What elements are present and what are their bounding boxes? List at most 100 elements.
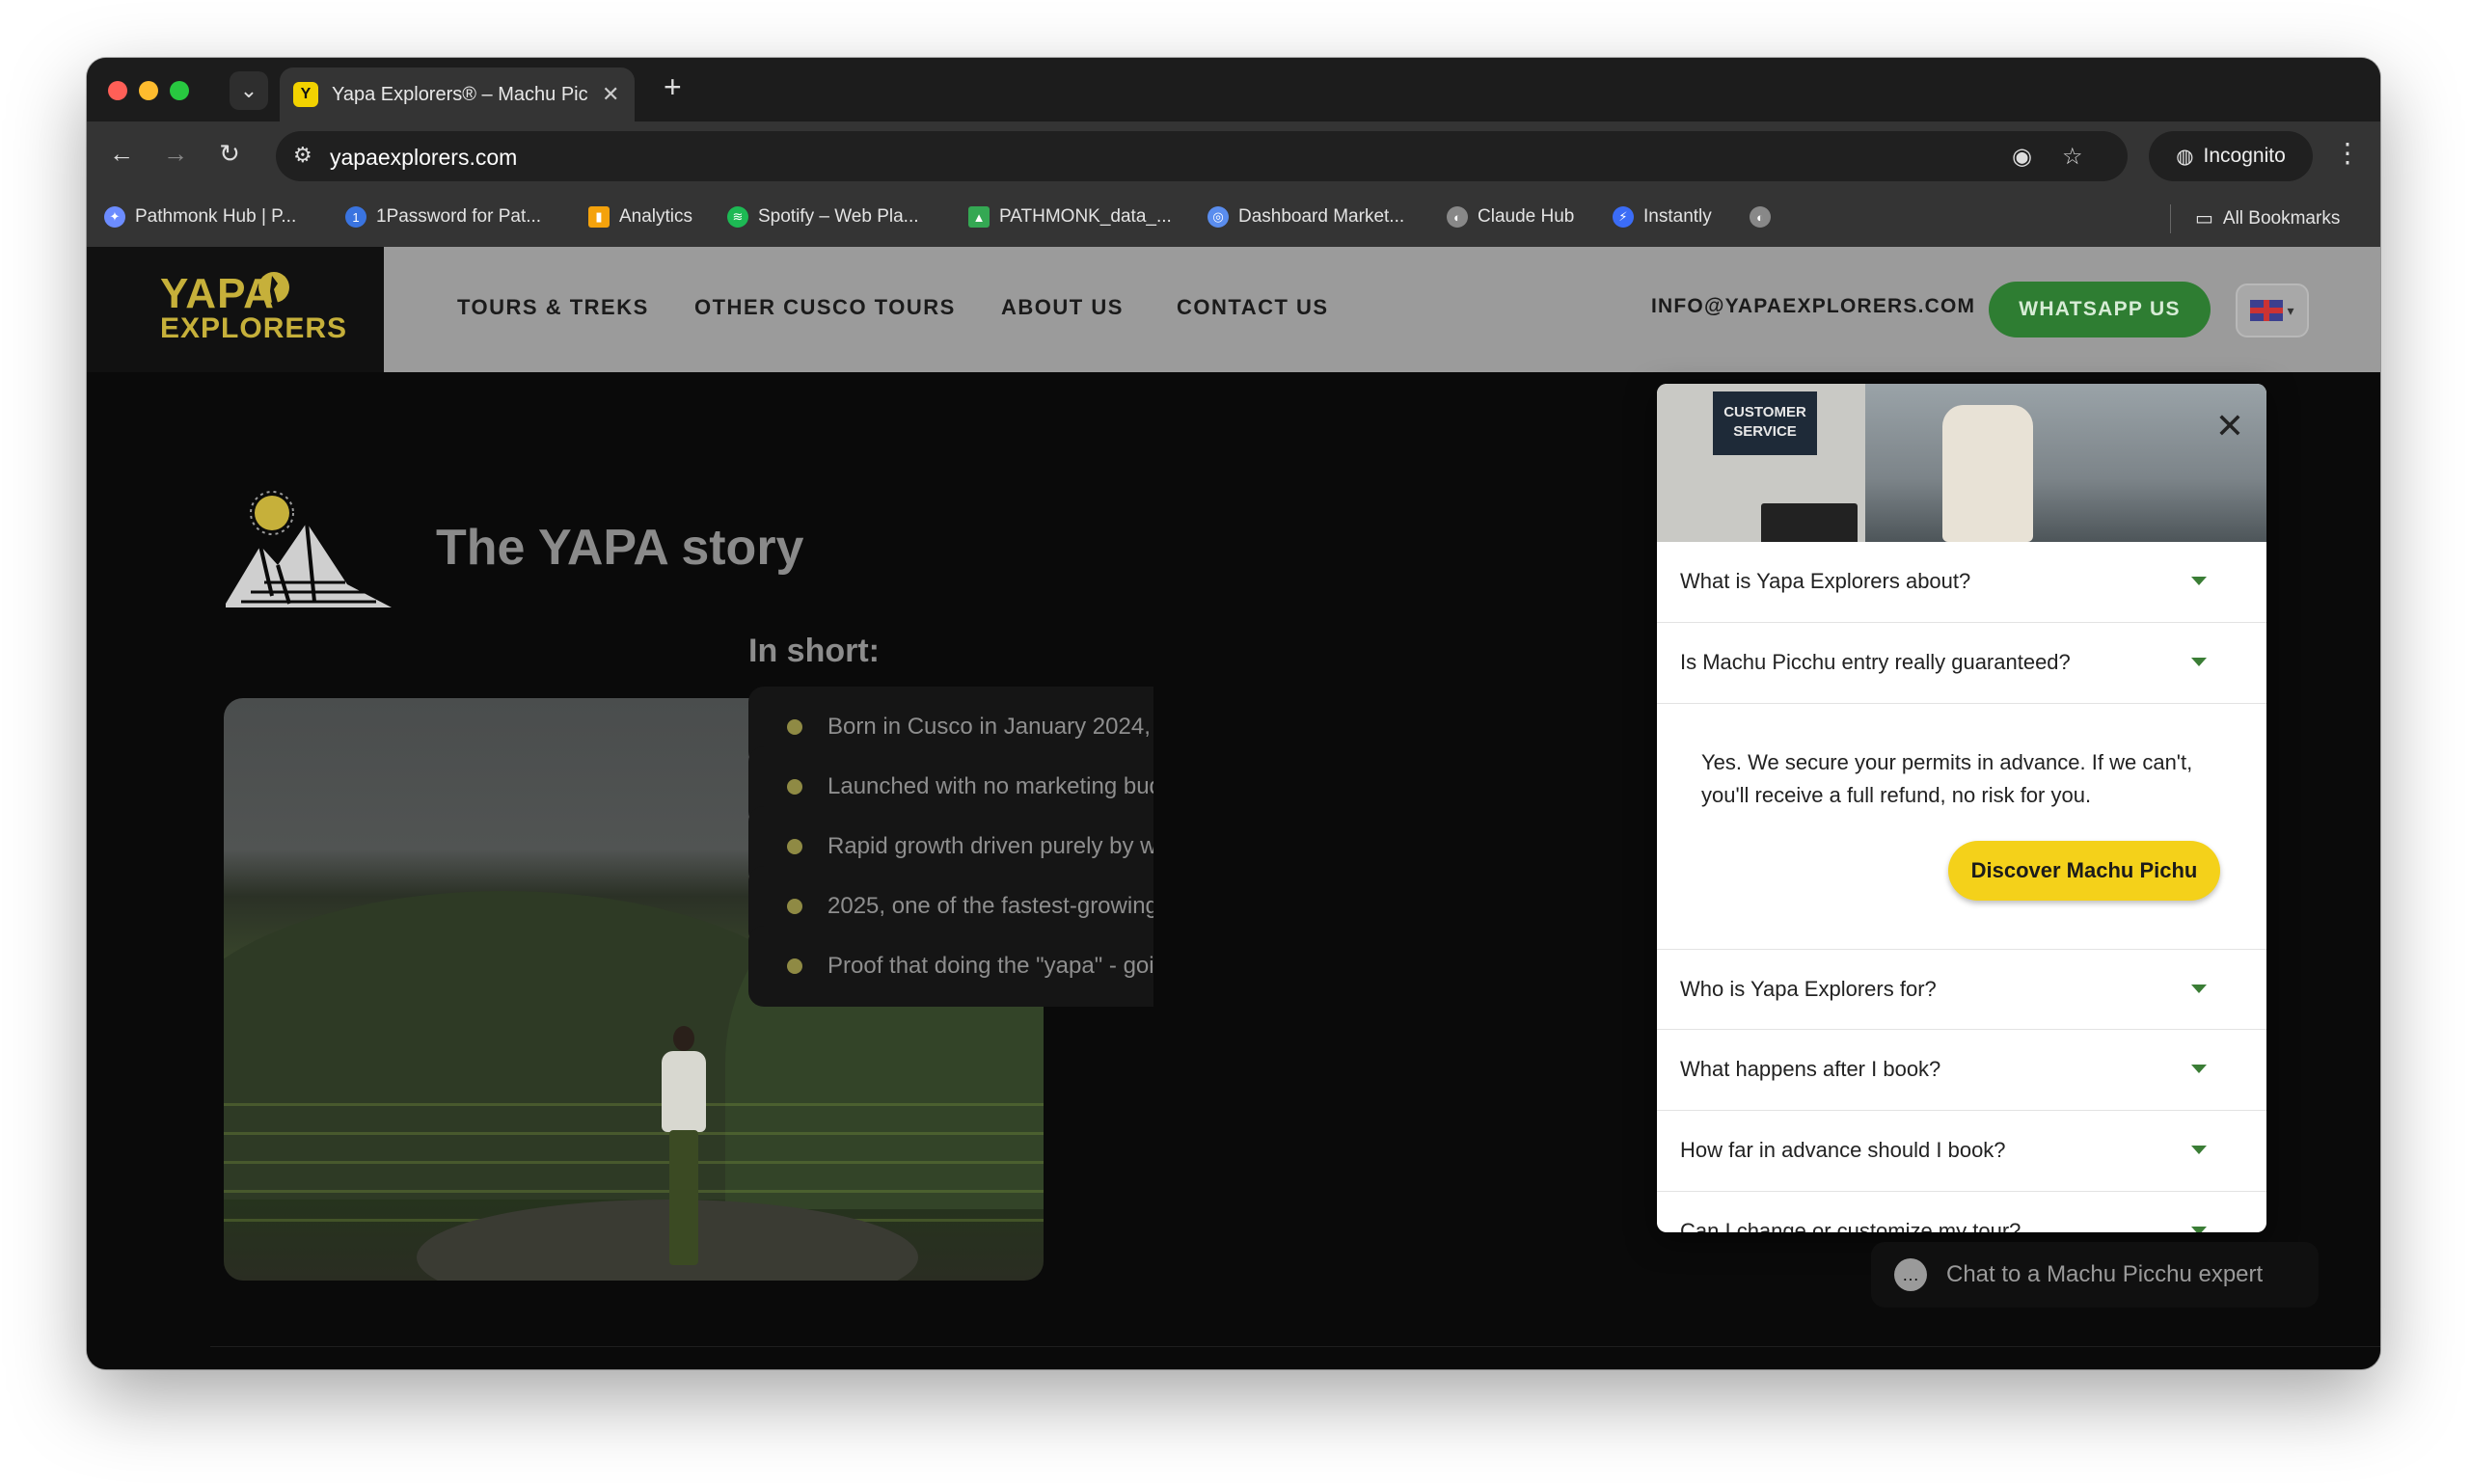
incognito-badge[interactable]: ◍ Incognito (2149, 131, 2313, 181)
site-header: YAPA EXPLORERS TOURS & TREKS OTHER CUSCO… (87, 247, 2380, 372)
customer-service-sign: CUSTOMER SERVICE (1713, 391, 1817, 455)
all-bookmarks-label: All Bookmarks (2222, 207, 2341, 229)
browser-toolbar: ← → ↻ ⚙ yapaexplorers.com ◉ ☆ ◍ Incognit… (87, 121, 2380, 191)
photo-terrace-line (224, 1103, 1044, 1106)
bookmark-label: Pathmonk Hub | P... (135, 206, 297, 227)
caret-down-icon (2191, 985, 2207, 993)
faq-question: Who is Yapa Explorers for? (1680, 977, 1937, 1001)
minimize-window-button[interactable] (139, 81, 158, 100)
nav-about-us[interactable]: ABOUT US (1001, 295, 1124, 320)
faq-item[interactable]: Who is Yapa Explorers for? (1657, 949, 2266, 1030)
customer-service-banner: CUSTOMER SERVICE ✕ (1657, 384, 2266, 542)
photo-person (656, 1026, 714, 1277)
photo-person-coat (662, 1051, 706, 1132)
bookmark-1password[interactable]: 1 1Password for Pat... (345, 206, 541, 228)
discover-machu-pichu-button[interactable]: Discover Machu Pichu (1948, 841, 2220, 901)
caret-down-icon (2191, 658, 2207, 666)
forward-arrow-icon[interactable]: → (158, 139, 193, 169)
tab-search-button[interactable]: ⌄ (230, 71, 268, 110)
chat-expert-widget[interactable]: … Chat to a Machu Picchu expert (1871, 1242, 2319, 1308)
new-tab-plus-icon[interactable]: + (664, 69, 682, 105)
globe-icon: ◐ (1750, 206, 1771, 228)
faq-question: Can I change or customize my tour? (1680, 1219, 2021, 1232)
more-menu-icon[interactable]: ⋮ (2334, 137, 2361, 169)
nav-other-cusco-tours[interactable]: OTHER CUSCO TOURS (694, 295, 956, 320)
instantly-icon: ⚡ (1613, 206, 1634, 228)
address-bar[interactable]: ⚙ yapaexplorers.com ◉ ☆ (276, 131, 2128, 181)
bullet-dot (787, 958, 802, 974)
faq-chat-popup[interactable]: CUSTOMER SERVICE ✕ What is Yapa Explorer… (1657, 384, 2266, 1232)
whatsapp-button[interactable]: WHATSAPP US (1989, 282, 2211, 337)
photo-person-legs (669, 1130, 698, 1265)
bullet-text: Proof that doing the "yapa" - going abov… (828, 953, 1153, 979)
close-popup-icon[interactable]: ✕ (2211, 407, 2249, 445)
drive-icon: ▲ (968, 206, 990, 228)
story-bullet: Proof that doing the "yapa" - going abov… (748, 926, 1153, 1007)
bookmark-pathmonk-hub[interactable]: ✦ Pathmonk Hub | P... (104, 206, 296, 228)
bookmark-instantly[interactable]: ⚡ Instantly (1613, 206, 1712, 228)
globe-icon: ◐ (1447, 206, 1468, 228)
caret-down-icon (2191, 577, 2207, 585)
folder-icon: ▭ (2195, 208, 2213, 229)
bookmark-label: PATHMONK_data_... (999, 206, 1172, 227)
caret-down-icon (2191, 1227, 2207, 1232)
nav-contact-us[interactable]: CONTACT US (1177, 295, 1329, 320)
chevron-down-icon: ▾ (2287, 302, 2294, 318)
photo-person-head (673, 1026, 694, 1051)
chat-bubble-icon: … (1894, 1258, 1927, 1291)
hiker-logo-icon (258, 272, 289, 303)
bookmark-pathmonk-data[interactable]: ▲ PATHMONK_data_... (968, 206, 1172, 228)
bookmarks-bar: ✦ Pathmonk Hub | P... 1 1Password for Pa… (87, 191, 2380, 248)
faq-answer-text: Yes. We secure your permits in advance. … (1701, 750, 2193, 807)
bullet-text: Born in Cusco in January 2024, built by … (828, 714, 1153, 740)
faq-question: Is Machu Picchu entry really guaranteed? (1680, 650, 2071, 674)
close-icon[interactable]: ✕ (602, 82, 619, 107)
bullet-dot (787, 899, 802, 914)
tab-title: Yapa Explorers® – Machu Pic (332, 83, 588, 105)
contact-email-link[interactable]: INFO@YAPAEXPLORERS.COM (1651, 295, 1975, 318)
zoom-window-button[interactable] (170, 81, 189, 100)
analytics-icon: ▮ (588, 206, 610, 228)
uk-flag-icon (2250, 300, 2284, 321)
bookmark-analytics[interactable]: ▮ Analytics (588, 206, 692, 228)
faq-question: How far in advance should I book? (1680, 1138, 2006, 1162)
bookmark-label: Analytics (619, 206, 693, 227)
close-window-button[interactable] (108, 81, 127, 100)
bullet-text: 2025, one of the fastest-growing Machu P… (828, 893, 1153, 919)
photo-terrace-line (224, 1161, 1044, 1164)
caret-down-icon (2191, 1065, 2207, 1073)
section-divider (210, 1346, 2380, 1347)
faq-item[interactable]: Can I change or customize my tour? (1657, 1192, 2266, 1232)
bookmark-globe[interactable]: ◐ (1750, 206, 1771, 228)
star-icon[interactable]: ☆ (2062, 143, 2083, 171)
spotify-icon: ≋ (727, 206, 748, 228)
faq-item[interactable]: How far in advance should I book? (1657, 1111, 2266, 1192)
tab-active[interactable]: Y Yapa Explorers® – Machu Pic ✕ (280, 67, 635, 121)
bookmark-claude-hub[interactable]: ◐ Claude Hub (1447, 206, 1574, 228)
incognito-label: Incognito (2203, 145, 2286, 167)
in-short-heading: In short: (748, 633, 880, 669)
all-bookmarks-button[interactable]: ▭ All Bookmarks (2195, 206, 2340, 230)
bookmark-label: 1Password for Pat... (376, 206, 542, 227)
bookmark-dashboard[interactable]: ◎ Dashboard Market... (1207, 206, 1404, 228)
url-text[interactable]: yapaexplorers.com (330, 145, 517, 171)
banner-monitor (1761, 503, 1858, 542)
sign-line: CUSTOMER (1723, 404, 1806, 420)
eye-slash-icon[interactable]: ◉ (2012, 143, 2032, 171)
faq-item[interactable]: Is Machu Picchu entry really guaranteed? (1657, 623, 2266, 704)
bullet-text: Launched with no marketing budget and ju… (828, 773, 1153, 799)
back-arrow-icon[interactable]: ← (104, 139, 139, 169)
bookmark-spotify[interactable]: ≋ Spotify – Web Pla... (727, 206, 919, 228)
faq-item[interactable]: What happens after I book? (1657, 1030, 2266, 1111)
site-settings-icon[interactable]: ⚙ (293, 143, 312, 168)
language-selector[interactable]: ▾ (2236, 283, 2309, 337)
nav-tours-treks[interactable]: TOURS & TREKS (457, 295, 649, 320)
page-title: The YAPA story (436, 520, 804, 576)
bookmark-label: Claude Hub (1478, 206, 1575, 227)
bird-icon: ✦ (104, 206, 125, 228)
reload-icon[interactable]: ↻ (212, 139, 247, 169)
incognito-icon: ◍ (2176, 145, 2194, 168)
site-logo[interactable]: YAPA EXPLORERS (87, 247, 384, 372)
faq-item[interactable]: What is Yapa Explorers about? (1657, 542, 2266, 623)
photo-terrace-line (224, 1190, 1044, 1193)
